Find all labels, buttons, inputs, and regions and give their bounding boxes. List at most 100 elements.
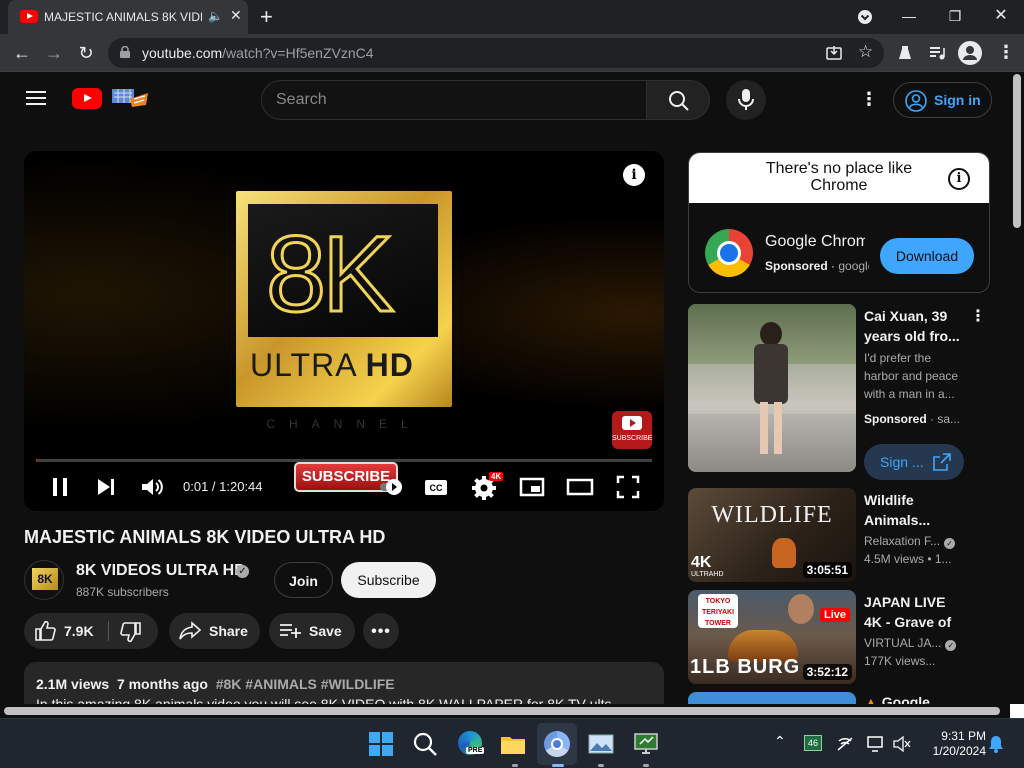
recommendation-menu-icon[interactable]: ⋮ — [970, 306, 986, 326]
recommendation-item[interactable]: TOKYO TERIYAKI TOWER Live 1LB BURG 3:52:… — [688, 590, 998, 684]
recommendation-thumbnail[interactable] — [688, 304, 856, 472]
recommendation-description: I'd prefer the harbor and peace with a m… — [864, 351, 959, 401]
chrome-taskbar-icon[interactable] — [542, 729, 572, 759]
verified-check-icon: ✓ — [236, 565, 249, 578]
subscribe-button[interactable]: Subscribe — [341, 562, 436, 598]
recommendation-item[interactable]: WILDLIFE 4K ULTRAHD 3:05:51 Wildlife Ani… — [688, 488, 998, 582]
autoplay-toggle-icon[interactable] — [378, 473, 406, 501]
photos-app-icon[interactable] — [586, 729, 616, 759]
ad-banner[interactable]: There's no place like Chrome i — [689, 153, 989, 203]
recommendation-thumbnail[interactable]: WILDLIFE 4K ULTRAHD 3:05:51 — [688, 488, 856, 582]
thumbnail-text: WILDLIFE — [711, 502, 833, 528]
extensions-icon[interactable] — [896, 44, 914, 62]
recommendation-title[interactable]: JAPAN LIVE 4K - Grave of the... — [864, 592, 964, 632]
browser-tab-strip: MAJESTIC ANIMALS 8K VIDE 🔈 ✕ + — ❐ ✕ — [0, 0, 1024, 34]
logo-ultra-hd-text: ULTRA HD — [250, 347, 414, 383]
like-icon[interactable] — [34, 620, 56, 642]
channel-watermark[interactable]: SUBSCRIBE — [612, 411, 652, 449]
more-horizontal-icon: ••• — [371, 623, 391, 640]
video-player[interactable]: 8K ULTRA HD CHANNEL i SUBSCRIBE SUBSCRIB… — [24, 151, 664, 511]
horizontal-scroll-thumb[interactable] — [4, 707, 1000, 715]
recommendation-item[interactable]: ▲ Google — [688, 692, 998, 704]
youtube-logo-icon[interactable] — [72, 88, 102, 109]
settings-menu-icon[interactable]: ⋮ — [860, 89, 878, 110]
recommendation-thumbnail[interactable] — [688, 692, 856, 704]
captions-icon[interactable]: CC — [422, 473, 450, 501]
tray-app-icon[interactable]: 46 — [804, 735, 822, 751]
file-explorer-icon[interactable] — [498, 729, 528, 759]
join-button[interactable]: Join — [274, 562, 333, 598]
recommendation-thumbnail[interactable]: TOKYO TERIYAKI TOWER Live 1LB BURG 3:52:… — [688, 590, 856, 684]
tray-overflow-icon[interactable]: ⌃ — [774, 733, 786, 750]
address-bar[interactable]: youtube.com/watch?v=Hf5enZVznC4 ☆ — [108, 38, 884, 68]
channel-name[interactable]: 8K VIDEOS ULTRA HD — [76, 562, 246, 580]
address-url: youtube.com/watch?v=Hf5enZVznC4 — [142, 45, 374, 61]
media-control-icon[interactable] — [928, 44, 946, 62]
profile-icon[interactable] — [958, 41, 982, 65]
recommendation-channel[interactable]: Relaxation F... ✓ — [864, 534, 956, 549]
taskbar-search-icon[interactable] — [410, 729, 440, 759]
channel-avatar[interactable]: 8K — [24, 560, 64, 600]
pause-icon[interactable] — [46, 473, 74, 501]
next-video-icon[interactable] — [92, 473, 120, 501]
more-actions-button[interactable]: ••• — [363, 613, 399, 649]
speaker-muted-icon[interactable] — [893, 736, 911, 752]
like-divider — [108, 621, 109, 641]
recommendation-title[interactable]: Cai Xuan, 39 years old fro... — [864, 306, 964, 346]
horizontal-scrollbar[interactable] — [0, 704, 1010, 718]
bookmark-star-icon[interactable]: ☆ — [858, 42, 873, 62]
save-button[interactable]: Save — [269, 613, 355, 649]
hamburger-menu-icon[interactable] — [26, 90, 46, 106]
ad-title: Google Chrome — [765, 233, 865, 250]
browser-tab-active[interactable]: MAJESTIC ANIMALS 8K VIDE 🔈 ✕ — [8, 0, 248, 34]
sponsored-ad-card[interactable]: There's no place like Chrome i Google Ch… — [688, 152, 990, 293]
windows-start-icon[interactable] — [366, 729, 396, 759]
ad-info-icon[interactable]: i — [948, 168, 970, 190]
description-tags[interactable]: #8K #ANIMALS #WILDLIFE — [216, 676, 395, 692]
miniplayer-icon[interactable] — [518, 473, 546, 501]
svg-text:CC: CC — [430, 483, 443, 493]
volume-icon[interactable] — [138, 473, 166, 501]
window-close-icon[interactable]: ✕ — [989, 5, 1013, 29]
browser-toolbar: ← → ↻ youtube.com/watch?v=Hf5enZVznC4 ☆ … — [0, 34, 1024, 72]
recommendation-title[interactable]: ▲ Google — [864, 692, 964, 704]
recommendation-channel[interactable]: VIRTUAL JA... ✓ — [864, 636, 957, 651]
search-input[interactable] — [276, 89, 626, 111]
remote-desktop-icon[interactable] — [631, 729, 661, 759]
windows-taskbar: PRE ⌃ 46 9:31 PM 1/20/2024 — [0, 718, 1024, 768]
dislike-icon[interactable] — [120, 621, 142, 643]
video-duration: 3:05:51 — [802, 562, 852, 578]
minimize-icon[interactable]: — — [897, 5, 921, 29]
vertical-scroll-thumb[interactable] — [1013, 74, 1021, 228]
share-button[interactable]: Share — [169, 613, 260, 649]
forward-icon[interactable]: → — [42, 41, 66, 65]
recommendation-title[interactable]: Wildlife Animals... — [864, 490, 964, 530]
search-button[interactable] — [646, 80, 710, 120]
back-icon[interactable]: ← — [10, 41, 34, 65]
watermark-play-icon — [622, 416, 642, 430]
recommendation-signup-button[interactable]: Sign ... — [864, 444, 964, 480]
vertical-scrollbar[interactable] — [1010, 72, 1024, 704]
install-app-icon[interactable] — [826, 45, 842, 61]
new-tab-button[interactable]: + — [260, 4, 273, 30]
browser-menu-icon[interactable]: ⋮ — [997, 42, 1015, 63]
fullscreen-icon[interactable] — [614, 473, 642, 501]
display-icon[interactable] — [867, 736, 885, 752]
tab-audio-icon[interactable]: 🔈 — [208, 9, 223, 23]
chrome-logo-icon — [705, 229, 753, 277]
reload-icon[interactable]: ↻ — [74, 41, 98, 65]
doodle-logo-icon[interactable] — [110, 85, 150, 111]
voice-search-button[interactable] — [726, 80, 766, 120]
tab-search-icon[interactable] — [853, 5, 877, 29]
edge-preview-icon[interactable]: PRE — [455, 729, 485, 759]
restore-icon[interactable]: ❐ — [943, 5, 967, 29]
sign-in-button[interactable]: Sign in — [893, 82, 992, 118]
recommendation-item[interactable]: Cai Xuan, 39 years old fro... ⋮ I'd pref… — [688, 304, 998, 480]
ad-download-button[interactable]: Download — [880, 238, 974, 274]
video-info-icon[interactable]: i — [623, 164, 645, 186]
notification-bell-icon[interactable] — [988, 735, 1004, 753]
theater-mode-icon[interactable] — [566, 473, 594, 501]
tab-close-icon[interactable]: ✕ — [230, 7, 242, 24]
taskbar-clock[interactable]: 9:31 PM 1/20/2024 — [916, 729, 986, 759]
network-icon[interactable] — [836, 736, 854, 752]
